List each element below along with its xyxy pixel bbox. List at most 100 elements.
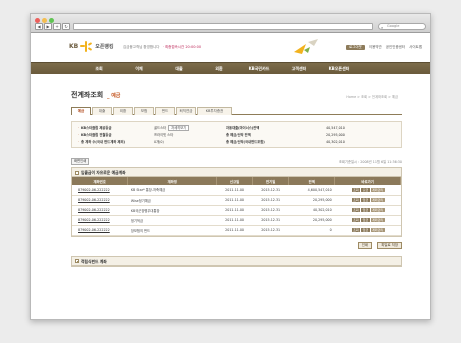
menu-item-kb-card[interactable]: KB국민카드 [239,63,279,74]
maturity-date: 2015.12.31 [252,195,289,206]
tab-kb-securities[interactable]: KB투자증권 [197,107,232,115]
account-name: Wise정기예금 [127,195,217,206]
save-file-button[interactable]: 파일로 저장 [377,241,402,249]
summary-value: 0개(0) [154,140,164,144]
table-row: 879002-06-222222 장보험의 펀드 2011.11.00 2015… [72,225,401,236]
opened-date: 2011.11.00 [216,185,253,196]
column-header: 신규일 [216,177,254,185]
account-number-link[interactable]: 879002-06-222222 [72,215,128,226]
summary-label: KB스타클럽 전월등급 [81,133,112,137]
breadcrumb: Home > 조회 > 전계좌조회 > 예금 [346,95,398,99]
reload-button[interactable]: ↻ [62,23,70,30]
table-header-row: 계좌번호 계좌명 신규일 만기일 잔액 바로가기 [72,177,401,185]
lookup-datetime: 조회기준일시 : 2008년 11월 6일 11:36:30 [338,160,402,164]
tab-loan[interactable]: 대출 [92,107,112,115]
bullet-icon: · [78,126,80,130]
menu-item-transfer[interactable]: 이체 [119,63,159,74]
account-name: 장보험의 펀드 [127,225,217,236]
tab-foreign[interactable]: 외환 [113,107,133,115]
back-button[interactable]: ◀ [35,23,43,30]
account-number-link[interactable]: 879002-06-222222 [72,225,128,236]
balance: 20,295,000 [288,215,335,226]
collapse-icon[interactable] [75,170,79,175]
column-header: 잔액 [288,177,336,185]
print-button[interactable]: 인쇄 [357,241,372,249]
browser-chrome: ◀ ▶ + ↻ ⌕ Google [31,14,430,33]
menu-item-loan[interactable]: 대출 [159,63,199,74]
expand-icon[interactable] [75,259,79,263]
section-title: 입출금이 자유로운 예금계좌 [81,170,126,175]
menu-item-foreign-exchange[interactable]: 외환 [199,63,239,74]
inquiry-button[interactable]: 조회 [351,228,361,232]
tab-pension[interactable]: 퇴직연금 [176,107,196,115]
deposit-accounts-table: 계좌번호 계좌명 신규일 만기일 잔액 바로가기 879002-06-22222… [72,177,401,236]
inquiry-button[interactable]: 조회 [351,187,361,192]
top-link-terms[interactable]: 이용약관 [369,45,382,50]
opened-date: 2011.11.00 [216,225,253,236]
account-manage-button[interactable]: 계좌관리 [370,228,385,232]
menu-item-kb-open-center[interactable]: KB오픈센터 [319,63,359,74]
menu-item-inquiry[interactable]: 조회 [79,63,119,74]
account-manage-button[interactable]: 계좌관리 [370,218,385,222]
bullet-icon: · [78,133,80,137]
inquiry-button[interactable]: 조회 [351,218,361,222]
star-grade: 골드스타 [154,126,167,130]
summary-value: 40,302,010 [326,140,345,144]
column-header: 계좌번호 [72,177,129,185]
top-link-sitemap[interactable]: 사이트맵 [409,45,422,50]
kb-logo-text: KB [69,43,79,50]
installment-fund-section: 적립식펀드 계좌 [71,255,402,267]
top-links: 로그아웃 이용약관 공인인증센터 사이트맵 [346,45,422,50]
account-manage-button[interactable]: 계좌관리 [370,187,385,192]
tab-fund[interactable]: 펀드 [155,107,175,115]
page-title-text: 전계좌조회 [71,91,104,99]
opened-date: 2011.11.00 [216,205,253,216]
page-subtitle: 예금 [111,93,121,99]
inquiry-button[interactable]: 조회 [351,208,361,212]
maturity-date: 2015.12.31 [252,205,289,216]
section-header[interactable]: 입출금이 자유로운 예금계좌 [72,168,401,177]
column-header: 바로가기 [334,177,401,185]
summary-row: · KB스타클럽 전월등급 프라이빗 스타 총 예금/신탁 잔액 20,295,… [78,132,395,139]
account-manage-button[interactable]: 계좌관리 [370,198,385,202]
inquiry-button[interactable]: 조회 [351,198,361,202]
address-bar[interactable] [73,23,373,30]
quick-actions: 조회 입금 계좌관리 [334,215,401,226]
table-row: 879002-06-222222 정기적금 2011.11.00 2015.12… [72,215,401,226]
logout-button[interactable]: 로그아웃 [346,45,365,50]
bank-name: 오픈뱅킹 [95,44,114,50]
summary-value: 골드스타 자세히보기 [154,125,190,132]
account-manage-button[interactable]: 계좌관리 [370,208,385,212]
quick-actions: 조회 입금 계좌관리 [334,205,401,216]
top-link-cert[interactable]: 공인인증센터 [386,45,405,50]
summary-value: 40,547,010 [326,126,345,130]
forward-button[interactable]: ▶ [44,23,52,30]
browser-search-input[interactable]: ⌕ Google [378,23,426,30]
section-header[interactable]: 적립식펀드 계좌 [72,256,401,266]
deposit-button[interactable]: 입금 [361,228,370,232]
account-name: KB Star* 통장-저축예금 [127,185,217,196]
summary-row: · 총 계좌 수(국내 펀드계좌 제외) 0개(0) 총 예금/신탁(국내펀드포… [78,139,395,146]
bullet-icon: · [78,140,80,144]
menu-item-customer-center[interactable]: 고객센터 [279,63,319,74]
account-number-link[interactable]: 879002-06-222222 [72,195,128,206]
print-screen-button[interactable]: 화면인쇄 [71,158,90,165]
add-tab-button[interactable]: + [53,23,61,30]
details-button[interactable]: 자세히보기 [168,125,190,131]
summary-value: 프라이빗 스타 [154,133,174,137]
withdraw-button[interactable]: 출금 [361,187,370,192]
main-content: 전계좌조회 _ 예금 Home > 조회 > 전계좌조회 > 예금 예금 대출 … [31,74,430,267]
kb-logo[interactable]: KB 오픈뱅킹 [69,41,114,52]
deposit-button[interactable]: 입금 [361,218,370,222]
balance: 20,295,000 [288,195,335,206]
balance: 0 [288,225,335,236]
deposit-button[interactable]: 입금 [361,208,370,212]
account-number-link[interactable]: 879002-06-222222 [72,205,128,216]
tab-deposit[interactable]: 예금 [71,107,91,115]
balance: 40,302,010 [288,205,335,216]
deposit-button[interactable]: 입금 [361,198,370,202]
account-number-link[interactable]: 879002-06-222222 [72,185,128,196]
tab-insurance[interactable]: 보험 [134,107,154,115]
summary-row: · KB스타클럽 제공등급 골드스타 자세히보기 자동대출(마이너스)잔액 40,… [78,125,395,132]
section-title: 적립식펀드 계좌 [81,258,107,264]
